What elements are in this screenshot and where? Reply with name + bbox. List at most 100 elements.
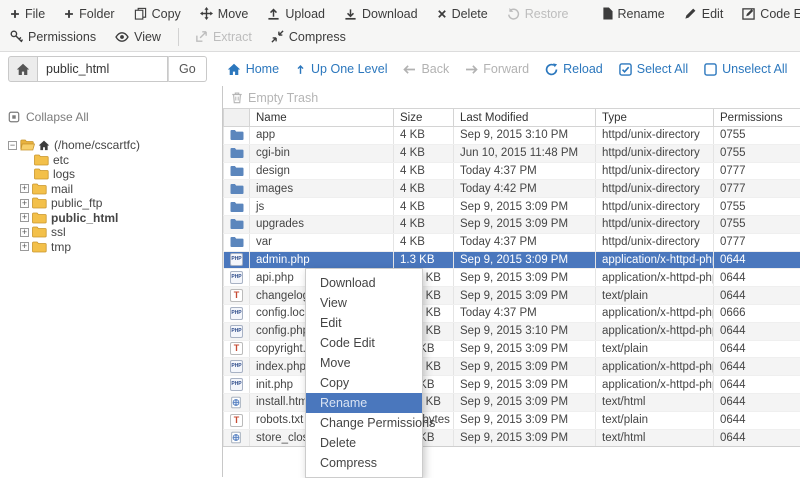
toolbar-file-button[interactable]: File [4, 5, 51, 23]
column-header-last-modified[interactable]: Last Modified [454, 109, 596, 127]
file-type-cell [224, 180, 250, 198]
toolbar-restore-label: Restore [525, 7, 569, 21]
file-type-mime-cell: httpd/unix-directory [596, 180, 714, 198]
home-icon [8, 56, 38, 82]
collapse-icon[interactable]: − [8, 141, 17, 150]
toolbar-folder-button[interactable]: Folder [58, 5, 120, 23]
file-row-images[interactable]: images4 KBToday 4:42 PMhttpd/unix-direct… [224, 180, 800, 198]
tree-item-ssl[interactable]: +ssl [8, 225, 218, 240]
menu-item-download[interactable]: Download [306, 273, 422, 293]
nav-home-link[interactable]: Home [227, 62, 279, 76]
menu-item-move[interactable]: Move [306, 353, 422, 373]
nav-select-all-link[interactable]: Select All [619, 62, 688, 76]
file-size-cell: 4 KB [394, 215, 454, 233]
file-row-admin-php[interactable]: PHPadmin.php1.3 KBSep 9, 2015 3:09 PMapp… [224, 251, 800, 269]
go-button[interactable]: Go [168, 56, 207, 82]
tree-item-etc[interactable]: etc [8, 153, 218, 168]
file-row-js[interactable]: js4 KBSep 9, 2015 3:09 PMhttpd/unix-dire… [224, 198, 800, 216]
column-header-name[interactable]: Name [250, 109, 394, 127]
toolbar-compress-button[interactable]: Compress [265, 28, 352, 46]
folder-icon [230, 218, 243, 230]
html-file-icon [230, 396, 243, 409]
tree-item-public-ftp[interactable]: +public_ftp [8, 196, 218, 211]
menu-item-code-edit[interactable]: Code Edit [306, 333, 422, 353]
file-modified-cell: Sep 9, 2015 3:10 PM [454, 127, 596, 145]
menu-item-delete[interactable]: Delete [306, 433, 422, 453]
toolbar-rename-button[interactable]: Rename [596, 5, 671, 23]
file-row-upgrades[interactable]: upgrades4 KBSep 9, 2015 3:09 PMhttpd/uni… [224, 215, 800, 233]
tree-item-tmp[interactable]: +tmp [8, 240, 218, 255]
php-file-icon: PHP [230, 360, 243, 373]
file-type-cell: PHP [224, 251, 250, 269]
file-perms-cell: 0755 [714, 144, 800, 162]
toolbar-delete-button[interactable]: Delete [431, 5, 494, 23]
nav-reload-link[interactable]: Reload [545, 62, 603, 76]
file-row-cgi-bin[interactable]: cgi-bin4 KBJun 10, 2015 11:48 PMhttpd/un… [224, 144, 800, 162]
path-bar: Go HomeUp One LevelBackForwardReloadSele… [0, 52, 800, 86]
file-type-cell: PHP [224, 322, 250, 340]
menu-item-copy[interactable]: Copy [306, 373, 422, 393]
file-perms-cell: 0644 [714, 411, 800, 429]
toolbar-view-button[interactable]: View [109, 28, 167, 46]
folder-icon [230, 201, 243, 213]
column-header-permissions[interactable]: Permissions [714, 109, 800, 127]
toolbar-compress-label: Compress [289, 30, 346, 44]
file-type-mime-cell: text/html [596, 393, 714, 411]
toolbar-edit-button[interactable]: Edit [678, 5, 730, 23]
toolbar-permissions-label: Permissions [28, 30, 96, 44]
php-file-icon: PHP [230, 325, 243, 338]
path-input[interactable] [38, 56, 168, 82]
file-perms-cell: 0644 [714, 340, 800, 358]
file-modified-cell: Today 4:37 PM [454, 162, 596, 180]
expand-icon[interactable]: + [20, 228, 29, 237]
tree-item-home-cscartfc[interactable]: −(/home/cscartfc) [8, 138, 218, 153]
file-row-var[interactable]: var4 KBToday 4:37 PMhttpd/unix-directory… [224, 233, 800, 251]
file-modified-cell: Jun 10, 2015 11:48 PM [454, 144, 596, 162]
file-perms-cell: 0755 [714, 215, 800, 233]
file-perms-cell: 0666 [714, 304, 800, 322]
nav-up-one-level-link[interactable]: Up One Level [295, 62, 387, 76]
pencil-icon [684, 7, 697, 20]
eye-icon [115, 31, 129, 43]
collapse-icon [8, 111, 20, 123]
menu-item-change-permissions[interactable]: Change Permissions [306, 413, 422, 433]
file-type-mime-cell: text/plain [596, 287, 714, 305]
file-perms-cell: 0755 [714, 127, 800, 145]
toolbar-extract-label: Extract [213, 30, 252, 44]
file-row-app[interactable]: app4 KBSep 9, 2015 3:10 PMhttpd/unix-dir… [224, 127, 800, 145]
expand-icon[interactable]: + [20, 199, 29, 208]
toolbar-code-editor-button[interactable]: Code Editor [736, 5, 800, 23]
toolbar-permissions-button[interactable]: Permissions [4, 28, 102, 46]
expand-icon[interactable]: + [20, 242, 29, 251]
nav-unselect-all-link[interactable]: Unselect All [704, 62, 787, 76]
folder-icon [230, 165, 243, 177]
file-size-cell: 4 KB [394, 144, 454, 162]
toolbar-move-button[interactable]: Move [194, 5, 255, 23]
upload-icon [267, 7, 280, 20]
collapse-all-button[interactable]: Collapse All [8, 110, 218, 124]
menu-item-edit[interactable]: Edit [306, 313, 422, 333]
menu-item-compress[interactable]: Compress [306, 453, 422, 473]
tree-item-public-html[interactable]: + public_html [8, 211, 218, 226]
file-type-cell [224, 162, 250, 180]
text-file-icon: T [230, 414, 243, 427]
tree-item-label: public_html [50, 211, 118, 225]
toolbar-download-button[interactable]: Download [338, 5, 424, 23]
file-size-cell: 1.3 KB [394, 251, 454, 269]
menu-item-view[interactable]: View [306, 293, 422, 313]
column-header-type[interactable]: Type [596, 109, 714, 127]
tree-item-logs[interactable]: logs [8, 167, 218, 182]
expand-icon[interactable]: + [20, 213, 29, 222]
folder-icon [34, 168, 49, 180]
toolbar-upload-button[interactable]: Upload [261, 5, 331, 23]
menu-item-rename[interactable]: Rename [306, 393, 422, 413]
file-table-header: NameSizeLast ModifiedTypePermissions [224, 109, 800, 127]
up-icon [295, 63, 306, 76]
file-name-cell: design [250, 162, 394, 180]
expand-icon[interactable]: + [20, 184, 29, 193]
tree-item-mail[interactable]: +mail [8, 182, 218, 197]
file-row-design[interactable]: design4 KBToday 4:37 PMhttpd/unix-direct… [224, 162, 800, 180]
toolbar-copy-button[interactable]: Copy [128, 5, 187, 23]
column-header-size[interactable]: Size [394, 109, 454, 127]
folder-icon [32, 197, 47, 209]
